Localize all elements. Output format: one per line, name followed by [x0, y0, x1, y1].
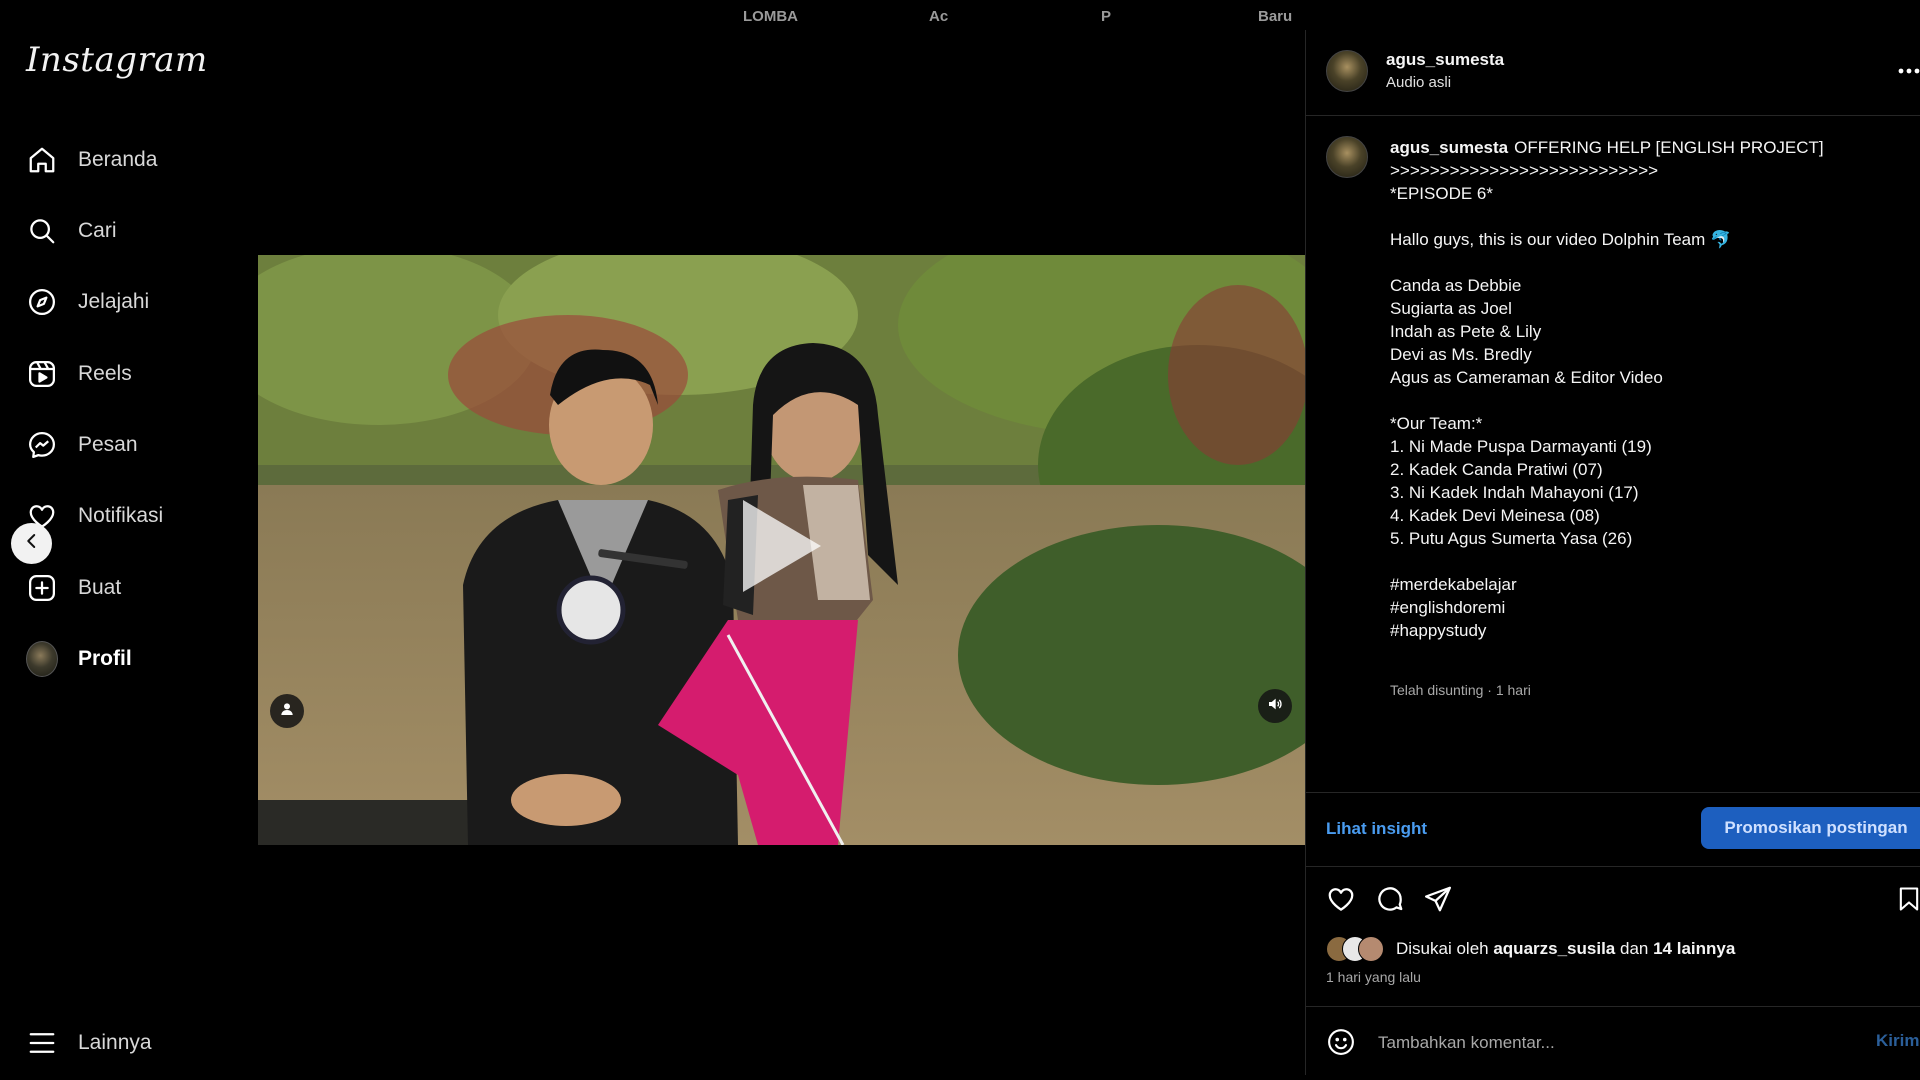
sidebar-item-pesan[interactable]: Pesan [26, 423, 138, 467]
sidebar-item-label: Cari [78, 219, 117, 242]
likes-prefix: Disukai oleh [1396, 939, 1489, 958]
person-icon [279, 701, 295, 722]
search-icon [26, 215, 58, 247]
send-icon [1423, 884, 1453, 919]
send-comment-button[interactable]: Kirim [1876, 1031, 1919, 1051]
create-icon [26, 572, 58, 604]
bookmark-icon [1895, 884, 1920, 919]
sidebar-item-buat[interactable]: Buat [26, 566, 121, 610]
background-tab: P [1101, 8, 1112, 25]
reels-icon [26, 358, 58, 390]
sidebar-item-label: Beranda [78, 148, 158, 171]
heart-icon [1326, 884, 1356, 919]
audio-label[interactable]: Audio asli [1386, 74, 1451, 91]
more-options-icon[interactable] [1891, 55, 1920, 81]
caption-body: >>>>>>>>>>>>>>>>>>>>>>>>>>> *EPISODE 6* … [1390, 161, 1732, 640]
view-insights-link[interactable]: Lihat insight [1326, 819, 1427, 839]
sidebar-item-cari[interactable]: Cari [26, 209, 117, 253]
comment-input[interactable] [1376, 1029, 1820, 1057]
liker-username[interactable]: aquarzs_susila [1493, 939, 1615, 959]
comment-icon [1375, 884, 1405, 919]
sidebar-item-label: Profil [78, 647, 132, 670]
sidebar-item-label: Lainnya [78, 1031, 152, 1054]
likes-summary[interactable]: Disukai oleh aquarzs_susila dan 14 lainn… [1326, 936, 1735, 962]
sidebar-item-lainnya[interactable]: Lainnya [26, 1021, 152, 1065]
messenger-icon [26, 429, 58, 461]
comment-bar: Kirim [1306, 1006, 1920, 1077]
sidebar-item-reels[interactable]: Reels [26, 352, 132, 396]
sidebar-item-jelajahi[interactable]: Jelajahi [26, 280, 149, 324]
background-tab: LOMBA [743, 8, 798, 25]
liker-avatars [1326, 936, 1388, 962]
comment-button[interactable] [1373, 884, 1407, 918]
play-icon[interactable] [743, 500, 821, 592]
compass-icon [26, 286, 58, 318]
sidebar-item-label: Buat [78, 576, 122, 599]
sidebar-item-beranda[interactable]: Beranda [26, 138, 157, 182]
insight-row: Lihat insight Promosikan postingan [1306, 792, 1920, 867]
avatar [26, 641, 58, 677]
post-details-panel: agus_sumesta Audio asli agus_sumesta OFFE… [1305, 30, 1920, 1075]
hamburger-icon [26, 1027, 58, 1059]
speaker-icon [1267, 696, 1283, 717]
chevron-left-icon [23, 532, 41, 555]
edited-timestamp: Telah disunting · 1 hari [1390, 682, 1531, 698]
avatar [1358, 936, 1384, 962]
avatar[interactable] [1326, 136, 1368, 178]
post-caption: agus_sumesta OFFERING HELP [ENGLISH PROJE… [1390, 136, 1910, 642]
background-tab: Baru [1258, 8, 1293, 25]
share-button[interactable] [1421, 884, 1455, 918]
post-username[interactable]: agus_sumesta [1386, 50, 1504, 70]
save-button[interactable] [1892, 884, 1920, 918]
sidebar-item-profil[interactable]: Profil [26, 637, 132, 681]
likes-joiner: dan [1619, 939, 1649, 958]
home-icon [26, 144, 58, 176]
avatar-wrap [26, 641, 58, 677]
tagged-people-button[interactable] [270, 694, 304, 728]
sidebar-item-label: Reels [78, 362, 132, 385]
post-header: agus_sumesta Audio asli [1306, 30, 1920, 116]
sidebar-item-label: Jelajahi [78, 290, 150, 313]
emoji-icon[interactable] [1326, 1027, 1356, 1062]
background-tab: Ac [929, 8, 949, 25]
sidebar-item-label: Notifikasi [78, 504, 164, 527]
caption-title: OFFERING HELP [ENGLISH PROJECT] [1514, 138, 1824, 157]
previous-post-button[interactable] [11, 523, 52, 564]
avatar[interactable] [1326, 50, 1368, 92]
likes-others[interactable]: 14 lainnya [1653, 939, 1735, 959]
sidebar-item-label: Pesan [78, 433, 138, 456]
promote-post-button[interactable]: Promosikan postingan [1701, 807, 1920, 849]
caption-username[interactable]: agus_sumesta [1390, 138, 1508, 157]
volume-button[interactable] [1258, 689, 1292, 723]
instagram-logo[interactable]: Instagram [26, 40, 208, 80]
post-timestamp: 1 hari yang lalu [1326, 969, 1421, 985]
like-button[interactable] [1324, 884, 1358, 918]
